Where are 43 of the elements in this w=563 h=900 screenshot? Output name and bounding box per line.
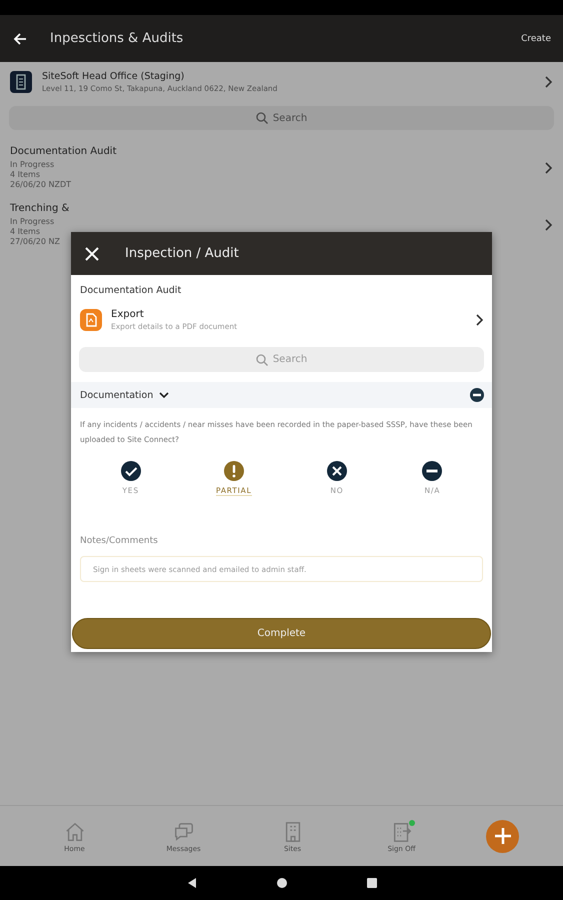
audit-title: Trenching & — [10, 203, 70, 214]
search-field[interactable]: Search — [9, 106, 554, 130]
back-icon[interactable] — [186, 877, 198, 889]
notes-label: Notes/Comments — [80, 536, 159, 546]
recents-icon[interactable] — [366, 877, 378, 889]
dialog-title: Inspection / Audit — [125, 246, 239, 261]
search-icon — [256, 354, 268, 366]
add-button[interactable] — [486, 820, 519, 852]
building-icon — [10, 71, 32, 93]
back-icon[interactable] — [12, 30, 28, 46]
audit-date: 26/06/20 NZDT — [10, 180, 71, 189]
audit-item-count: 4 Items — [10, 227, 40, 236]
section-title: Documentation — [80, 390, 154, 400]
audit-title: Documentation Audit — [10, 146, 118, 157]
audit-row[interactable]: Documentation Audit In Progress 4 Items 26/06/20 NZDT — [0, 140, 563, 197]
audit-name: Documentation Audit — [80, 285, 182, 296]
plus-icon — [494, 827, 512, 845]
chevron-right-icon — [474, 313, 484, 327]
partial-answer-icon — [224, 461, 244, 481]
chevron-right-icon — [543, 160, 553, 174]
export-title: Export — [111, 309, 145, 320]
complete-button[interactable]: Complete — [72, 618, 491, 649]
search-field[interactable]: Search — [79, 347, 484, 372]
na-answer-icon — [422, 461, 442, 481]
collapse-icon[interactable] — [470, 388, 484, 402]
chevron-right-icon — [543, 218, 553, 232]
chevron-right-icon — [543, 75, 553, 89]
audit-status: In Progress — [10, 217, 54, 226]
search-icon — [256, 112, 268, 124]
audit-status: In Progress — [10, 160, 54, 169]
document-icon — [80, 309, 102, 331]
audit-item-count: 4 Items — [10, 170, 40, 179]
no-answer-icon — [326, 461, 347, 481]
home-icon[interactable] — [276, 877, 288, 889]
yes-answer-icon — [120, 461, 141, 481]
screen-title: Inpesctions & Audits — [50, 31, 184, 46]
close-icon[interactable] — [85, 246, 99, 260]
create-button[interactable]: Create — [521, 34, 551, 44]
audit-date: 27/06/20 NZ — [10, 237, 60, 246]
site-name: SiteSoft Head Office (Staging) — [42, 71, 186, 82]
search-placeholder: Search — [272, 354, 308, 365]
search-placeholder: Search — [272, 112, 308, 124]
section-header[interactable]: Documentation — [71, 382, 492, 408]
